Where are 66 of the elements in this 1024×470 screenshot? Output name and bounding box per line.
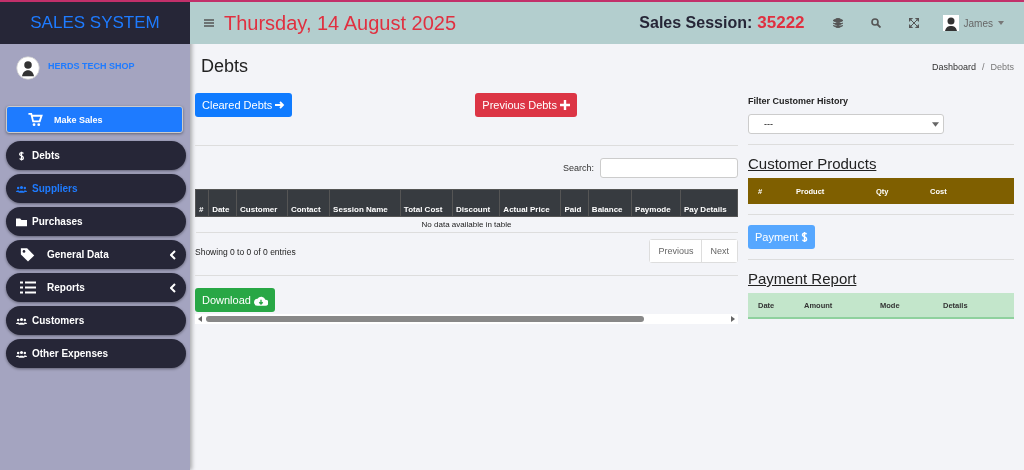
arrow-left-icon[interactable] — [198, 316, 202, 322]
sidebar-item[interactable]: Other Expenses — [6, 339, 186, 368]
entries-info: Showing 0 to 0 of 0 entries — [195, 247, 296, 257]
arrow-right-icon — [275, 100, 286, 110]
breadcrumb-separator: / — [981, 61, 985, 72]
sidebar-item[interactable]: Purchases — [6, 207, 186, 236]
sidebar-item[interactable]: Make Sales — [6, 106, 183, 133]
column-header[interactable]: # — [195, 189, 209, 217]
search-field[interactable] — [600, 158, 738, 178]
sidebar-item[interactable]: Customers — [6, 306, 186, 335]
pagination-button[interactable]: Next — [701, 240, 737, 262]
menu-icon[interactable] — [204, 19, 214, 27]
column-header[interactable]: Discount — [452, 189, 500, 217]
avatar-icon — [942, 15, 959, 31]
session-label: Sales Session: — [639, 14, 753, 32]
customer-select[interactable]: --- — [748, 114, 944, 134]
arrow-right-icon[interactable] — [731, 316, 735, 322]
sidebar-item[interactable]: General Data — [6, 240, 186, 269]
horizontal-scrollbar[interactable] — [195, 314, 738, 324]
column-header[interactable]: Customer — [236, 189, 288, 217]
sidebar-item[interactable]: Suppliers — [6, 174, 186, 203]
layers-icon[interactable] — [832, 18, 843, 28]
filter-label: Filter Customer History — [748, 96, 849, 106]
column-header[interactable]: Actual Price — [499, 189, 561, 217]
column-header[interactable]: Session Name — [329, 189, 401, 217]
caret-icon — [998, 21, 1004, 25]
tag-icon — [20, 247, 36, 262]
page-title: Debts — [201, 56, 249, 77]
list-icon — [20, 280, 36, 295]
column-header[interactable]: Date — [208, 189, 237, 217]
fullscreen-icon[interactable] — [908, 18, 919, 28]
search-icon[interactable] — [870, 18, 881, 28]
date-text: Thursday, 14 August 2025 — [224, 11, 457, 35]
column-header[interactable]: Balance — [588, 189, 632, 217]
empty-table-message: No data available in table — [195, 216, 738, 233]
column-header[interactable]: Pay Details — [680, 189, 738, 217]
avatar-icon — [16, 56, 40, 80]
users-icon — [16, 315, 27, 326]
cloud-download-icon — [253, 294, 268, 306]
session-number: 35222 — [757, 13, 805, 33]
users-icon — [16, 183, 27, 194]
column-header[interactable]: Total Cost — [400, 189, 453, 217]
column-header[interactable]: Contact — [287, 189, 330, 217]
user-menu[interactable]: James — [936, 14, 1010, 32]
cleared-debts-button[interactable]: Cleared Debts — [195, 93, 293, 117]
chevron-left-icon — [170, 249, 176, 260]
sidebar-item[interactable]: Reports — [6, 273, 186, 302]
breadcrumb-item: Debts — [990, 61, 1014, 72]
breadcrumb-item[interactable]: Dashboard — [931, 61, 976, 72]
shop-name: HERDS TECH SHOP — [48, 61, 135, 71]
section-title: Customer Products — [748, 155, 877, 172]
sidebar-item[interactable]: Debts — [6, 141, 186, 170]
dollar-icon — [801, 231, 809, 243]
users-icon — [16, 348, 27, 359]
plus-icon — [559, 100, 570, 110]
app-title: SALES SYSTEM — [0, 2, 190, 44]
chevron-left-icon — [170, 282, 176, 293]
cart-icon — [27, 112, 43, 127]
dollar-icon — [16, 150, 27, 161]
previous-debts-button[interactable]: Previous Debts — [475, 93, 577, 117]
column-header[interactable]: Paid — [560, 189, 589, 217]
folder-icon — [16, 216, 27, 227]
caret-icon — [932, 121, 939, 127]
section-title: Payment Report — [748, 270, 857, 287]
search-label: Search: — [562, 163, 594, 173]
column-header[interactable]: Paymode — [631, 189, 681, 217]
